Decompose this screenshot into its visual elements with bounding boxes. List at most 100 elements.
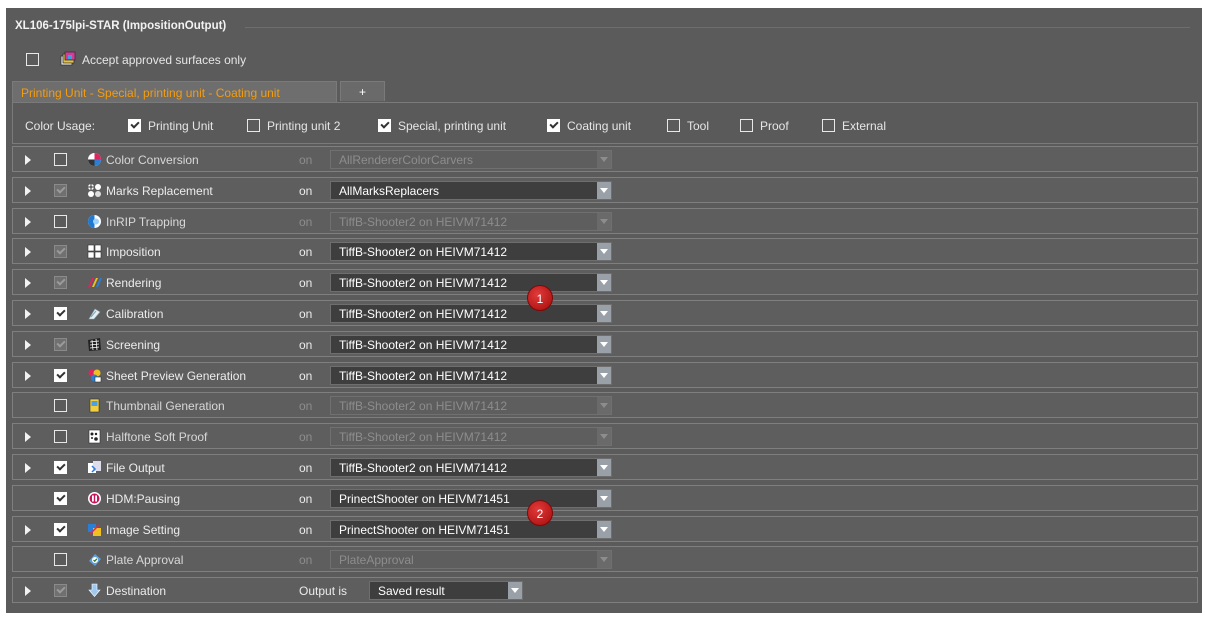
step-target-select[interactable]: TiffB-Shooter2 on HEIVM71412 [330, 304, 612, 323]
step-name: Halftone Soft Proof [106, 430, 208, 444]
processing-step-row: Imposition on TiffB-Shooter2 on HEIVM71412 [12, 238, 1198, 264]
step-on-label: on [299, 215, 313, 229]
step-enable-checkbox[interactable] [54, 184, 67, 197]
step-enable-checkbox[interactable] [54, 153, 67, 166]
step-enable-checkbox[interactable] [54, 369, 67, 382]
color-conversion-icon [88, 153, 101, 166]
plate-approval-icon [89, 554, 101, 566]
step-target-select[interactable]: AllRendererColorCarvers [330, 150, 612, 169]
tab-printing-unit[interactable]: Printing Unit - Special, printing unit -… [12, 81, 337, 103]
step-target-select[interactable]: TiffB-Shooter2 on HEIVM71412 [330, 273, 612, 292]
step-target-value: TiffB-Shooter2 on HEIVM71412 [339, 461, 508, 475]
imposition-icon [87, 244, 102, 259]
marks-replacement-icon [88, 184, 101, 197]
dropdown-arrow-icon[interactable] [597, 151, 611, 168]
step-target-select[interactable]: TiffB-Shooter2 on HEIVM71412 [330, 427, 612, 446]
step-target-value: AllRendererColorCarvers [339, 153, 474, 167]
processing-step-row: Calibration on TiffB-Shooter2 on HEIVM7141… [12, 300, 1198, 326]
expand-arrow-icon[interactable] [25, 155, 31, 165]
step-target-select[interactable]: TiffB-Shooter2 on HEIVM71412 [330, 212, 612, 231]
step-target-select[interactable]: PrinectShooter on HEIVM71451 [330, 520, 612, 539]
expand-arrow-icon[interactable] [25, 525, 31, 535]
step-enable-checkbox[interactable] [54, 492, 67, 505]
step-on-label: on [299, 338, 313, 352]
processing-step-row: Plate Approval on PlateApproval [12, 546, 1198, 572]
color-usage-checkbox-4[interactable] [667, 119, 680, 132]
step-target-select[interactable]: AllMarksReplacers [330, 181, 612, 200]
processing-step-row: Image Setting on PrinectShooter on HEIVM71… [12, 516, 1198, 542]
expand-arrow-icon[interactable] [25, 309, 31, 319]
color-usage-option-label: Proof [760, 119, 789, 133]
step-target-select[interactable]: TiffB-Shooter2 on HEIVM71412 [330, 396, 612, 415]
dropdown-arrow-icon[interactable] [597, 521, 611, 538]
dropdown-arrow-icon[interactable] [597, 243, 611, 260]
color-usage-checkbox-1[interactable] [247, 119, 260, 132]
destination-name: Destination [106, 584, 167, 598]
expand-arrow-icon[interactable] [25, 432, 31, 442]
step-enable-checkbox[interactable] [54, 215, 67, 228]
step-target-value: AllMarksReplacers [339, 184, 440, 198]
output-result-select[interactable]: Saved result [369, 581, 523, 600]
halftone-proof-icon [88, 429, 101, 444]
step-enable-checkbox[interactable] [54, 245, 67, 258]
dropdown-arrow-icon[interactable] [597, 182, 611, 199]
step-enable-checkbox[interactable] [54, 461, 67, 474]
step-enable-checkbox[interactable] [54, 399, 67, 412]
dropdown-arrow-icon[interactable] [597, 551, 611, 568]
dropdown-arrow-icon[interactable] [597, 213, 611, 230]
step-enable-checkbox[interactable] [54, 276, 67, 289]
color-usage-checkbox-5[interactable] [740, 119, 753, 132]
step-target-select[interactable]: TiffB-Shooter2 on HEIVM71412 [330, 242, 612, 261]
step-target-select[interactable]: TiffB-Shooter2 on HEIVM71412 [330, 458, 612, 477]
destination-checkbox[interactable] [54, 584, 67, 597]
expand-arrow-icon[interactable] [25, 371, 31, 381]
accept-approved-label: Accept approved surfaces only [82, 53, 247, 67]
step-on-label: on [299, 307, 313, 321]
expand-arrow-icon[interactable] [25, 586, 31, 596]
step-enable-checkbox[interactable] [54, 553, 67, 566]
dropdown-arrow-icon[interactable] [597, 490, 611, 507]
destination-row: Destination Output is Saved result [12, 577, 1198, 603]
step-name: Sheet Preview Generation [106, 369, 247, 383]
add-tab-button[interactable]: + [340, 81, 385, 101]
dropdown-arrow-icon[interactable] [597, 367, 611, 384]
step-enable-checkbox[interactable] [54, 430, 67, 443]
step-target-select[interactable]: TiffB-Shooter2 on HEIVM71412 [330, 335, 612, 354]
step-enable-checkbox[interactable] [54, 523, 67, 536]
color-usage-checkbox-3[interactable] [547, 119, 560, 132]
step-target-value: TiffB-Shooter2 on HEIVM71412 [339, 276, 508, 290]
destination-icon [88, 583, 101, 597]
step-target-value: PrinectShooter on HEIVM71451 [339, 523, 510, 537]
title-divider [245, 27, 1190, 28]
step-name: File Output [106, 461, 165, 475]
expand-arrow-icon[interactable] [25, 186, 31, 196]
step-on-label: on [299, 399, 313, 413]
sheet-preview-icon [88, 369, 102, 383]
color-usage-checkbox-6[interactable] [822, 119, 835, 132]
step-enable-checkbox[interactable] [54, 307, 67, 320]
step-target-select[interactable]: TiffB-Shooter2 on HEIVM71412 [330, 366, 612, 385]
step-target-select[interactable]: PlateApproval [330, 550, 612, 569]
dropdown-arrow-icon[interactable] [597, 459, 611, 476]
dropdown-arrow-icon[interactable] [597, 274, 611, 291]
expand-arrow-icon[interactable] [25, 217, 31, 227]
step-target-value: PlateApproval [339, 553, 414, 567]
step-enable-checkbox[interactable] [54, 338, 67, 351]
color-usage-label: Color Usage: [25, 119, 96, 133]
expand-arrow-icon[interactable] [25, 247, 31, 257]
color-usage-checkbox-0[interactable] [128, 119, 141, 132]
expand-arrow-icon[interactable] [25, 463, 31, 473]
expand-arrow-icon[interactable] [25, 340, 31, 350]
step-target-select[interactable]: PrinectShooter on HEIVM71451 [330, 489, 612, 508]
dropdown-arrow-icon[interactable] [597, 397, 611, 414]
dropdown-arrow-icon[interactable] [597, 428, 611, 445]
dropdown-arrow-icon[interactable] [597, 336, 611, 353]
step-name: Calibration [106, 307, 164, 321]
step-target-value: TiffB-Shooter2 on HEIVM71412 [339, 215, 508, 229]
dropdown-arrow-icon[interactable] [597, 305, 611, 322]
expand-arrow-icon[interactable] [25, 278, 31, 288]
panel-title: XL106-175lpi-STAR (ImpositionOutput) [15, 20, 227, 32]
color-usage-checkbox-2[interactable] [378, 119, 391, 132]
accept-approved-checkbox[interactable] [26, 53, 39, 66]
dropdown-arrow-icon[interactable] [508, 582, 522, 599]
